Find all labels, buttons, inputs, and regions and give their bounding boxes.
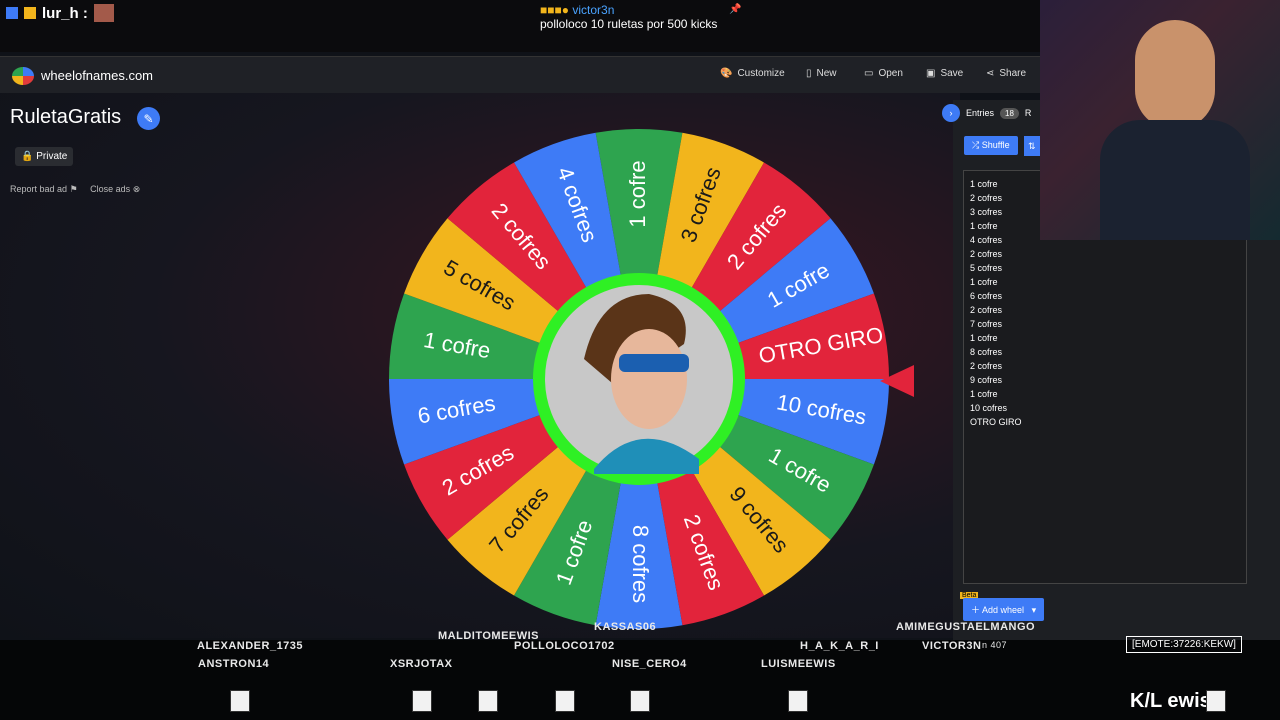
close-icon: ⊗ [132, 184, 141, 194]
viewer-avatar [555, 690, 575, 712]
entry-item: 9 cofres [970, 375, 1003, 385]
chat-line: lur_h : [6, 4, 114, 22]
tab-entries[interactable]: Entries [966, 108, 994, 118]
sidebar-tabs: › Entries 18 R [942, 104, 1031, 122]
viewer-name: AMIMEGUSTAELMANGO [896, 621, 1036, 633]
wheel-title: RuletaGratis [10, 106, 122, 128]
notice-badges-icon: ■■■● [540, 3, 569, 17]
app-header: wheelofnames.com 🎨 Customize ▯ New ▭ Open ▣… [0, 56, 1040, 93]
collapse-sidebar-button[interactable]: › [942, 104, 960, 122]
sort-button[interactable]: ⇅ [1024, 136, 1040, 156]
edit-title-button[interactable]: ✎ [137, 107, 160, 130]
entry-item: 8 cofres [970, 347, 1003, 357]
viewer-name: VICTOR3N [922, 640, 982, 652]
viewer-name: KASSAS06 [594, 621, 657, 633]
viewer-count: n 407 [982, 640, 1008, 650]
viewer-avatar [630, 690, 650, 712]
chat-username: lur_h : [42, 4, 88, 22]
viewer-avatar [478, 690, 498, 712]
site-name[interactable]: wheelofnames.com [41, 68, 153, 83]
entry-item: 1 cofre [970, 333, 998, 343]
chevron-right-icon: › [949, 108, 953, 118]
lock-icon: 🔒 [21, 151, 34, 162]
badge-icon [6, 7, 18, 19]
webcam-overlay [1040, 0, 1280, 240]
pencil-icon: ✎ [143, 111, 154, 126]
viewer-avatar [230, 690, 250, 712]
wheel-logo-icon [12, 67, 34, 85]
viewer-avatar [412, 690, 432, 712]
entry-item: 2 cofres [970, 361, 1003, 371]
watermark: K/L ewis [1130, 690, 1211, 712]
chevron-down-icon[interactable]: ▾ [1032, 605, 1037, 615]
viewer-name: LUISMEEWIS [761, 658, 836, 670]
viewer-avatar [788, 690, 808, 712]
stream-top-bar: lur_h : ■■■● victor3n polloloco 10 rulet… [0, 0, 1040, 52]
flag-icon: ⚑ [69, 184, 78, 194]
sort-icon: ⇅ [1028, 141, 1036, 151]
entry-item: 10 cofres [970, 403, 1008, 413]
notice-text: polloloco 10 ruletas por 500 kicks [540, 17, 718, 31]
plus-icon: ＋ [971, 605, 981, 615]
entry-item: 5 cofres [970, 263, 1003, 273]
tab-results[interactable]: R [1025, 108, 1032, 118]
open-button[interactable]: ▭ Open [864, 68, 903, 79]
emote-icon [93, 4, 114, 22]
customize-button[interactable]: 🎨 Customize [720, 68, 785, 79]
shuffle-icon: ⤮ [972, 140, 980, 150]
crown-icon [24, 7, 36, 19]
entry-item: 6 cofres [970, 291, 1003, 301]
viewer-name: H_A_K_A_R_I [800, 640, 879, 652]
entry-item: OTRO GIRO [970, 417, 1022, 427]
share-icon: ⋖ [986, 68, 995, 79]
viewer-name: NISE_CERO4 [612, 658, 687, 670]
wheel[interactable]: 1 cofre 3 cofres 2 cofres 1 cofre OTRO GIRO 1… [384, 124, 894, 634]
viewer-name: ANSTRON14 [198, 658, 270, 670]
folder-icon: ▭ [864, 68, 874, 79]
new-button[interactable]: ▯ New [806, 68, 837, 79]
viewer-name: ALEXANDER_1735 [197, 640, 304, 652]
close-ads-link[interactable]: Close ads [90, 184, 130, 194]
streamer-face [1135, 20, 1215, 130]
wheel-svg[interactable]: 1 cofre 3 cofres2 cofres1 cofreOTRO GIRO1… [384, 124, 894, 634]
entry-item: 2 cofres [970, 249, 1003, 259]
wheel-pointer-icon [880, 365, 914, 397]
save-icon: ▣ [926, 68, 936, 79]
entry-item: 1 cofre [970, 389, 998, 399]
wheel-segment-label: 1 cofre [625, 160, 650, 227]
viewer-avatar [1206, 690, 1226, 712]
entry-item: 1 cofre [970, 277, 998, 287]
viewer-name: POLLOLOCO1702 [514, 640, 615, 652]
share-button[interactable]: ⋖ Share [986, 68, 1026, 79]
notice-user: victor3n [572, 3, 615, 17]
entry-item: 7 cofres [970, 319, 1003, 329]
emote-label: [EMOTE:37226:KEKW] [1126, 636, 1242, 653]
chat-notice: ■■■● victor3n polloloco 10 ruletas por 5… [540, 3, 717, 31]
viewer-name: XSRJOTAX [390, 658, 453, 670]
private-badge[interactable]: 🔒 Private [15, 147, 74, 166]
palette-icon: 🎨 [720, 68, 733, 79]
streamer-body [1100, 120, 1250, 240]
center-avatar-face [611, 329, 687, 429]
file-icon: ▯ [806, 68, 812, 79]
shuffle-button[interactable]: ⤮ Shuffle [964, 136, 1018, 155]
report-ad-link[interactable]: Report bad ad [10, 184, 67, 194]
sunglasses-icon [619, 354, 689, 372]
ad-links: Report bad ad ⚑ Close ads ⊗ [10, 184, 140, 195]
entry-item: 2 cofres [970, 305, 1003, 315]
pin-icon: 📌 [729, 4, 742, 15]
save-button[interactable]: ▣ Save [926, 68, 963, 79]
add-wheel-button[interactable]: ＋ Add wheel ▾ [963, 598, 1045, 621]
entries-count: 18 [1000, 107, 1019, 119]
wheel-segment-label: 8 cofres [628, 525, 653, 603]
